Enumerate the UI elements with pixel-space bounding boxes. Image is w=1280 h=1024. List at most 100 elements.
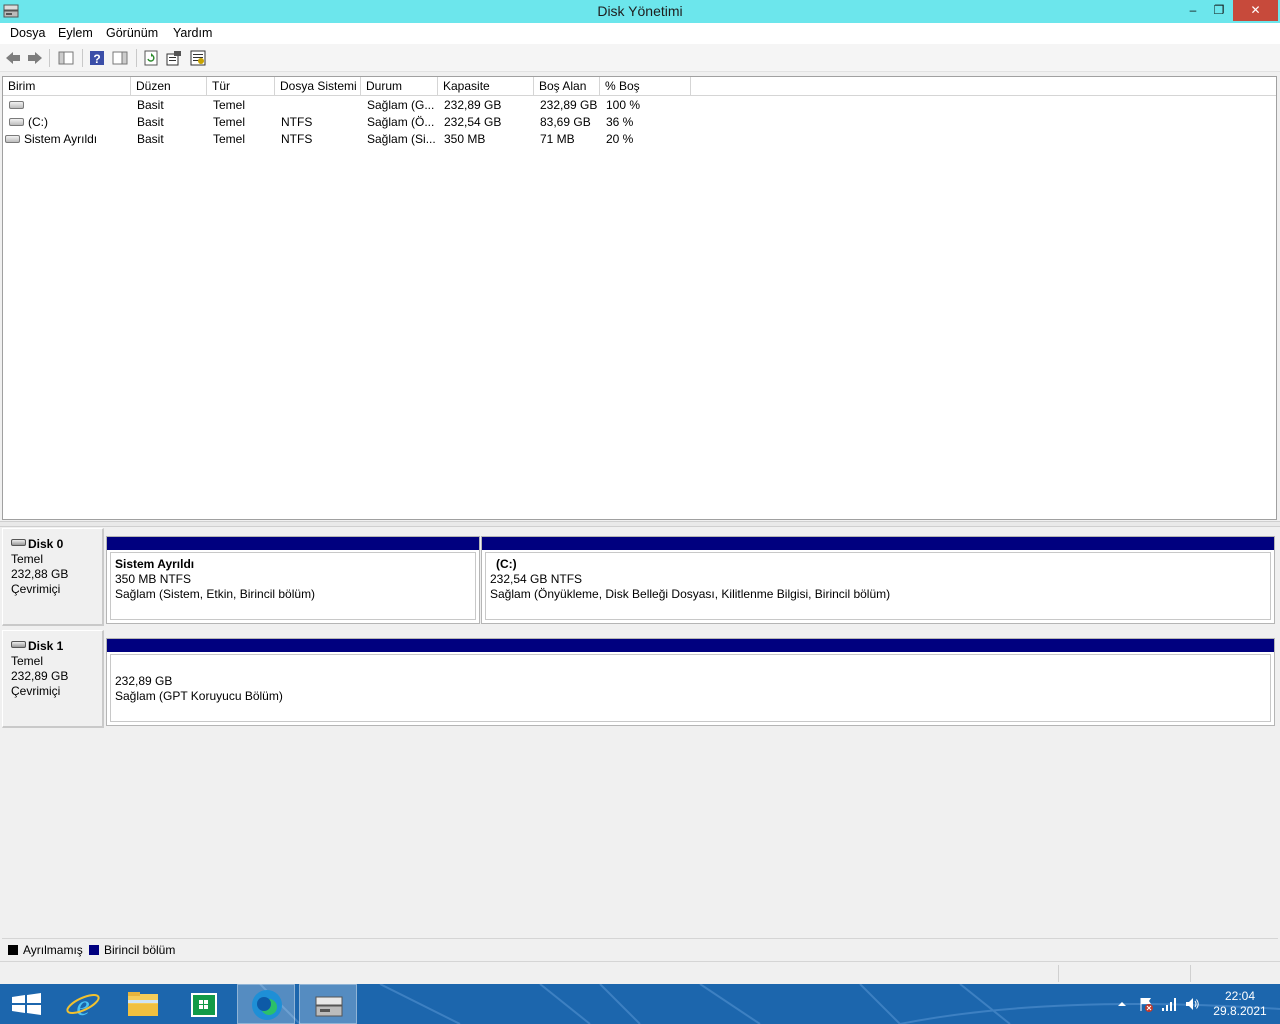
disk-management-window: Disk Yönetimi ‒ ❐ ✕ Dosya Eylem Görünüm … bbox=[0, 0, 1280, 984]
cell-birim bbox=[3, 97, 131, 114]
taskbar-disk-management[interactable] bbox=[299, 984, 357, 1024]
partition-system-reserved[interactable]: Sistem Ayrıldı 350 MB NTFS Sağlam (Siste… bbox=[106, 536, 480, 624]
settings-icon[interactable] bbox=[190, 50, 206, 66]
column-header-duzen[interactable]: Düzen bbox=[131, 77, 207, 96]
back-icon[interactable] bbox=[5, 50, 21, 66]
clock-date: 29.8.2021 bbox=[1213, 1004, 1267, 1018]
cell-tur: Temel bbox=[213, 98, 246, 112]
partition-c-drive[interactable]: (C:) 232,54 GB NTFS Sağlam (Önyükleme, D… bbox=[481, 536, 1275, 624]
volume-icon bbox=[9, 117, 24, 126]
disk-graphical-view: Disk 0 Temel 232,88 GB Çevrimiçi Sistem … bbox=[2, 528, 1278, 938]
cell-kapasite: 232,89 GB bbox=[444, 98, 502, 112]
volume-name: Sistem Ayrıldı bbox=[24, 132, 98, 146]
table-row[interactable]: Basit Temel Sağlam (G... 232,89 GB 232,8… bbox=[3, 97, 1276, 114]
cell-birim: (C:) bbox=[3, 114, 131, 131]
cell-dosya-sistemi: NTFS bbox=[281, 132, 313, 146]
partition-status: Sağlam (GPT Koruyucu Bölüm) bbox=[115, 689, 283, 703]
disk-management-icon bbox=[315, 996, 343, 1017]
maximize-button[interactable]: ❐ bbox=[1206, 0, 1232, 21]
minimize-button[interactable]: ‒ bbox=[1180, 0, 1206, 21]
menu-yardim[interactable]: Yardım bbox=[173, 26, 212, 40]
legend-unallocated: Ayrılmamış bbox=[8, 943, 83, 957]
svg-text:?: ? bbox=[93, 52, 100, 66]
action-pane-icon[interactable] bbox=[112, 50, 128, 66]
column-header-kapasite[interactable]: Kapasite bbox=[438, 77, 534, 96]
partition-size: 350 MB NTFS bbox=[115, 572, 192, 586]
disk-status: Çevrimiçi bbox=[11, 684, 61, 698]
disk-name: Disk 1 bbox=[28, 639, 64, 653]
toolbar: ? bbox=[0, 44, 1280, 72]
refresh-icon[interactable] bbox=[143, 50, 159, 66]
table-row[interactable]: (C:) Basit Temel NTFS Sağlam (Ö... 232,5… bbox=[3, 114, 1276, 131]
close-button[interactable]: ✕ bbox=[1233, 0, 1278, 21]
hard-disk-icon bbox=[11, 539, 26, 547]
system-clock[interactable]: 22:04 29.8.2021 bbox=[1206, 989, 1274, 1019]
action-center-icon[interactable] bbox=[1138, 996, 1154, 1012]
forward-icon[interactable] bbox=[27, 50, 43, 66]
cell-duzen: Basit bbox=[137, 115, 164, 129]
cell-bos-alan: 83,69 GB bbox=[540, 115, 591, 129]
cell-yuzde-bos: 100 % bbox=[606, 98, 641, 112]
svg-text:e: e bbox=[76, 989, 89, 1022]
menu-gorunum[interactable]: Görünüm bbox=[106, 26, 158, 40]
partition-name: (C:) bbox=[496, 557, 517, 571]
partition-details: 232,89 GB Sağlam (GPT Koruyucu Bölüm) bbox=[110, 654, 1271, 722]
partition-status: Sağlam (Sistem, Etkin, Birincil bölüm) bbox=[115, 587, 316, 601]
toolbar-separator bbox=[82, 49, 83, 67]
column-header-tur[interactable]: Tür bbox=[207, 77, 275, 96]
status-bar bbox=[0, 961, 1280, 984]
cell-duzen: Basit bbox=[137, 98, 164, 112]
show-hidden-icons-icon[interactable] bbox=[1114, 996, 1130, 1012]
partition-name: Sistem Ayrıldı bbox=[115, 557, 195, 571]
network-icon[interactable] bbox=[1161, 996, 1177, 1012]
clock-time: 22:04 bbox=[1224, 989, 1256, 1003]
taskbar: e 22:04 29.8.2021 bbox=[0, 984, 1280, 1024]
disk-row-1: Disk 1 Temel 232,89 GB Çevrimiçi 232,89 … bbox=[2, 630, 1278, 728]
cell-dosya-sistemi: NTFS bbox=[281, 115, 313, 129]
title-bar[interactable]: Disk Yönetimi ‒ ❐ ✕ bbox=[0, 0, 1280, 23]
column-header-birim[interactable]: Birim bbox=[3, 77, 131, 96]
disk-1-label[interactable]: Disk 1 Temel 232,89 GB Çevrimiçi bbox=[2, 630, 104, 728]
cell-durum: Sağlam (G... bbox=[367, 98, 435, 112]
partition-gpt-protective[interactable]: 232,89 GB Sağlam (GPT Koruyucu Bölüm) bbox=[106, 638, 1275, 726]
cell-tur: Temel bbox=[213, 132, 246, 146]
volume-name: (C:) bbox=[28, 115, 48, 129]
column-header-dosya-sistemi[interactable]: Dosya Sistemi bbox=[275, 77, 361, 96]
partition-details: Sistem Ayrıldı 350 MB NTFS Sağlam (Siste… bbox=[110, 552, 476, 620]
menu-eylem[interactable]: Eylem bbox=[58, 26, 93, 40]
status-divider bbox=[1190, 965, 1191, 982]
console-tree-icon[interactable] bbox=[58, 50, 74, 66]
volume-icon[interactable] bbox=[1184, 996, 1200, 1012]
help-icon[interactable]: ? bbox=[89, 50, 105, 66]
legend-label: Birincil bölüm bbox=[104, 943, 176, 957]
volume-list[interactable]: Birim Düzen Tür Dosya Sistemi Durum Kapa… bbox=[2, 76, 1277, 520]
taskbar-edge[interactable] bbox=[237, 984, 295, 1024]
primary-partition-swatch bbox=[89, 944, 99, 955]
internet-explorer-icon: e bbox=[66, 989, 100, 1022]
status-divider bbox=[1058, 965, 1059, 982]
column-header-bos-alan[interactable]: Boş Alan bbox=[534, 77, 600, 96]
start-button[interactable] bbox=[0, 984, 58, 1024]
cell-birim: Sistem Ayrıldı bbox=[3, 131, 131, 148]
taskbar-internet-explorer[interactable]: e bbox=[56, 984, 112, 1024]
taskbar-store[interactable] bbox=[175, 984, 233, 1024]
properties-icon[interactable] bbox=[166, 50, 182, 66]
table-row[interactable]: Sistem Ayrıldı Basit Temel NTFS Sağlam (… bbox=[3, 131, 1276, 148]
column-header-yuzde-bos[interactable]: % Boş bbox=[600, 77, 691, 96]
cell-durum: Sağlam (Ö... bbox=[367, 115, 435, 129]
taskbar-file-explorer[interactable] bbox=[114, 984, 172, 1024]
partition-details: (C:) 232,54 GB NTFS Sağlam (Önyükleme, D… bbox=[485, 552, 1271, 620]
disk-type: Temel bbox=[11, 654, 44, 668]
menu-dosya[interactable]: Dosya bbox=[10, 26, 45, 40]
disk-name: Disk 0 bbox=[28, 537, 64, 551]
primary-partition-bar bbox=[107, 639, 1274, 652]
column-header-durum[interactable]: Durum bbox=[361, 77, 438, 96]
cell-yuzde-bos: 20 % bbox=[606, 132, 634, 146]
disk-0-label[interactable]: Disk 0 Temel 232,88 GB Çevrimiçi bbox=[2, 528, 104, 626]
cell-dosya-sistemi bbox=[275, 97, 361, 114]
unallocated-swatch bbox=[8, 944, 18, 955]
toolbar-separator bbox=[136, 49, 137, 67]
disk-status: Çevrimiçi bbox=[11, 582, 61, 596]
cell-bos-alan: 71 MB bbox=[540, 132, 575, 146]
pane-splitter[interactable] bbox=[0, 521, 1280, 527]
